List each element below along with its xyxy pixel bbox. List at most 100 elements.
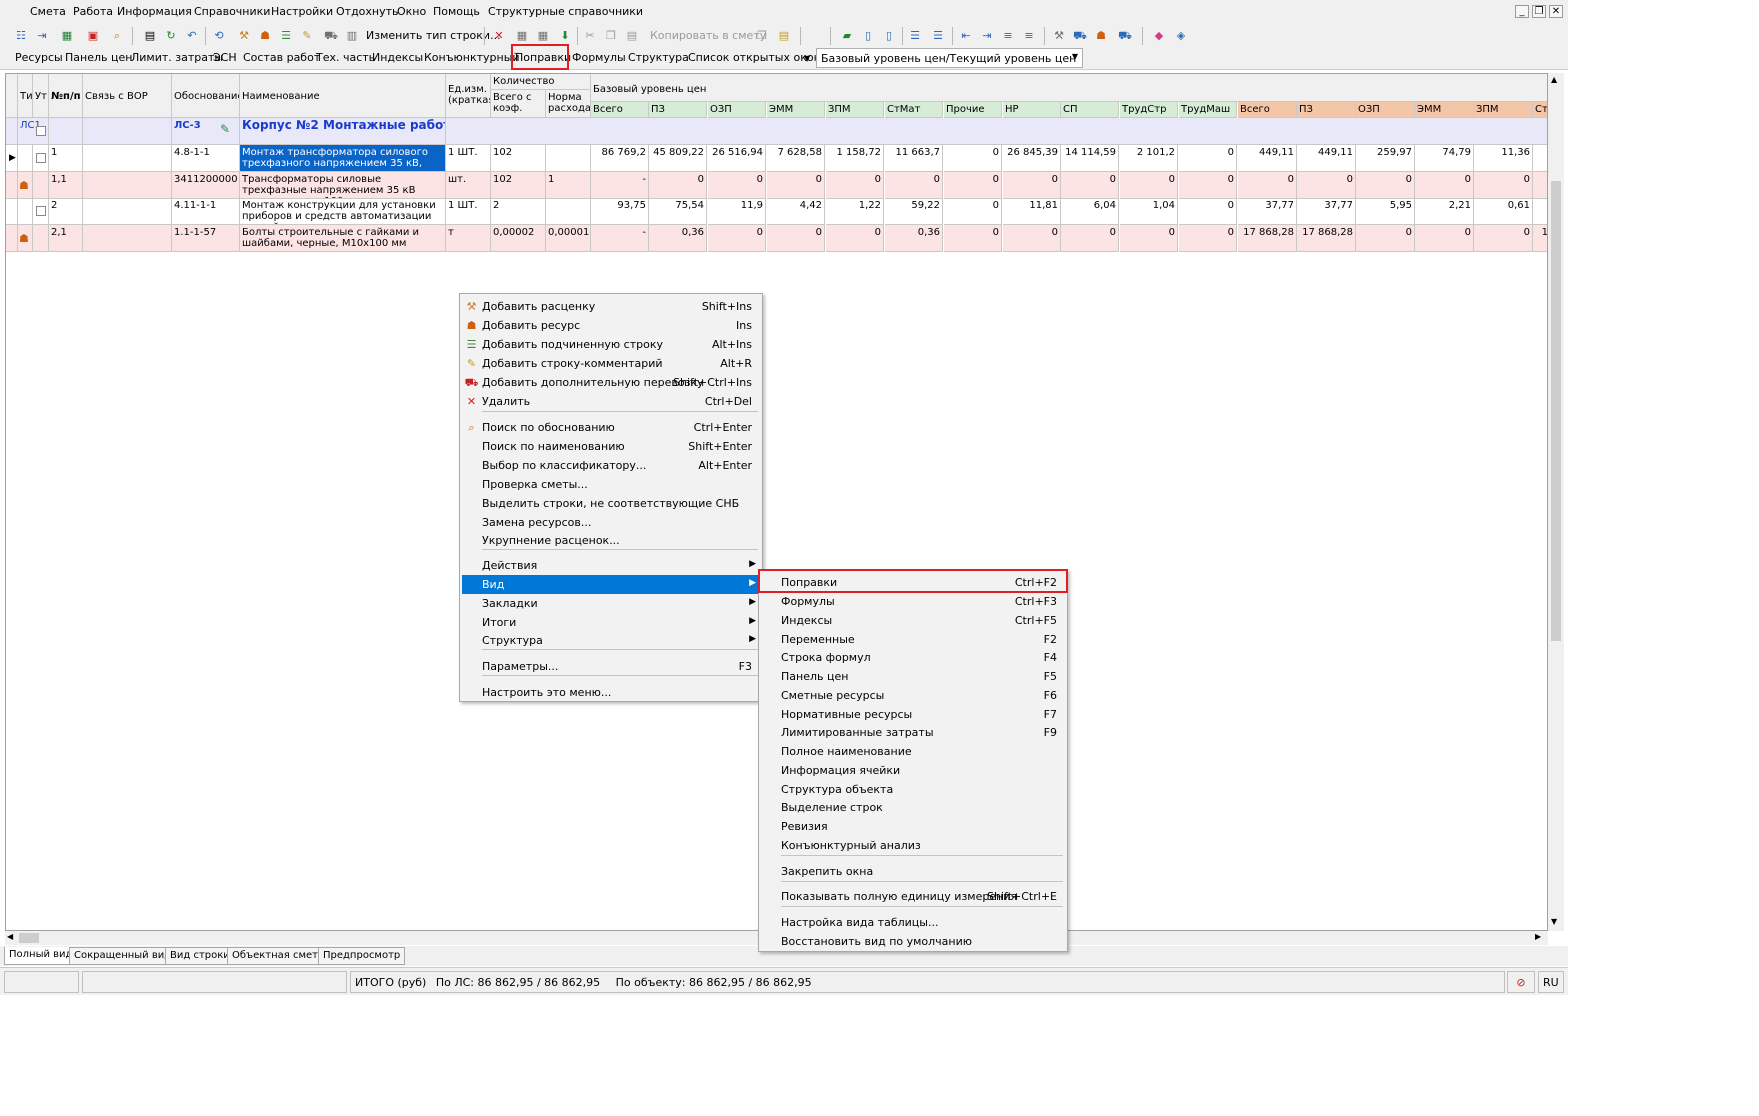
- vertical-scrollbar[interactable]: ▲ ▼: [1548, 73, 1564, 931]
- row-norm[interactable]: [546, 145, 591, 172]
- row-value-cell[interactable]: 0: [1474, 172, 1533, 199]
- header-orange-col[interactable]: ПЗ: [1297, 102, 1356, 118]
- row-value-cell[interactable]: 5,95: [1356, 198, 1415, 225]
- comment-icon[interactable]: ✎: [298, 27, 316, 45]
- view-submenu-item[interactable]: Конъюнктурный анализ: [761, 836, 1065, 855]
- row-vor[interactable]: [83, 145, 172, 172]
- row-value-cell[interactable]: 11,36: [1474, 145, 1533, 172]
- stack-icon[interactable]: ◈: [1172, 27, 1190, 45]
- view-submenu-item[interactable]: Сметные ресурсы F6: [761, 686, 1065, 705]
- view-submenu-item[interactable]: Выделение строк: [761, 798, 1065, 817]
- preview-icon[interactable]: ⌕: [108, 27, 126, 45]
- tab-formulas[interactable]: Формулы: [572, 51, 626, 64]
- row-value-cell[interactable]: 86 769,2: [591, 145, 649, 172]
- row-value-cell[interactable]: 0: [1179, 225, 1237, 252]
- view-submenu-item[interactable]: Структура объекта: [761, 780, 1065, 799]
- row-norm[interactable]: 0,00001: [546, 225, 591, 252]
- menu-structural-refs[interactable]: Структурные справочники: [488, 5, 643, 18]
- row-value-cell[interactable]: 449,11: [1238, 145, 1297, 172]
- row-value-cell[interactable]: 11 663,7: [885, 145, 943, 172]
- scroll-up-icon[interactable]: ▲: [1551, 75, 1557, 84]
- menu-informatsiya[interactable]: Информация: [117, 5, 192, 18]
- close-icon[interactable]: ✕: [1549, 5, 1563, 18]
- refresh-icon[interactable]: ↻: [162, 27, 180, 45]
- header-green-col[interactable]: ПЗ: [649, 102, 707, 118]
- row-name[interactable]: Болты строительные с гайками и шайбами, …: [240, 225, 446, 252]
- header-green-col[interactable]: ОЗП: [708, 102, 766, 118]
- add-rate-icon[interactable]: ⚒: [235, 27, 253, 45]
- tab-limited-costs[interactable]: Лимит. затраты: [131, 51, 223, 64]
- context-menu-item[interactable]: Укрупнение расценок...: [462, 531, 760, 550]
- header-orange-col[interactable]: Всего: [1238, 102, 1297, 118]
- tree-icon[interactable]: ☷: [12, 27, 30, 45]
- view-submenu-item[interactable]: Показывать полную единицу измерения Shift…: [761, 887, 1065, 906]
- row-value-cell[interactable]: 449,11: [1297, 145, 1356, 172]
- scroll-left-icon[interactable]: ◀: [7, 932, 13, 941]
- row-norm[interactable]: [546, 198, 591, 225]
- row-basis[interactable]: 4.11-1-1: [172, 198, 240, 225]
- row-value-cell[interactable]: 2,21: [1415, 198, 1474, 225]
- context-menu-item[interactable]: ☰ Добавить подчиненную строку Alt+Ins: [462, 335, 760, 354]
- tab-price-panel[interactable]: Панель цен: [65, 51, 132, 64]
- row-value-cell[interactable]: 0: [708, 225, 766, 252]
- row-value-cell[interactable]: 0: [1003, 225, 1061, 252]
- view-submenu-item[interactable]: Панель цен F5: [761, 667, 1065, 686]
- context-menu-item[interactable]: Выбор по классификатору... Alt+Enter: [462, 456, 760, 475]
- row-value-cell[interactable]: 45 809,22: [649, 145, 707, 172]
- header-green-col[interactable]: Прочие: [944, 102, 1002, 118]
- row-value-cell[interactable]: 17 868,28: [1297, 225, 1356, 252]
- row-qty[interactable]: 102: [491, 145, 546, 172]
- doc-settings-icon[interactable]: ☰: [929, 27, 947, 45]
- tab-conjuncture[interactable]: Конъюнктурный: [424, 51, 520, 64]
- header-orange-col[interactable]: ОЗП: [1356, 102, 1415, 118]
- excel-icon[interactable]: ▦: [58, 27, 76, 45]
- context-menu-item[interactable]: ⛟ Добавить дополнительную перевозку Shift+…: [462, 373, 760, 392]
- tab-esn[interactable]: ЭСН: [213, 51, 237, 64]
- restore-icon[interactable]: ❐: [1532, 5, 1546, 18]
- row-unit[interactable]: 1 ШТ.: [446, 145, 491, 172]
- context-menu-item[interactable]: ✎ Добавить строку-комментарий Alt+R: [462, 354, 760, 373]
- doc-pr-icon[interactable]: ▯: [880, 27, 898, 45]
- row-value-cell[interactable]: -: [591, 225, 649, 252]
- calc-icon[interactable]: ▦: [513, 27, 531, 45]
- header-green-col[interactable]: СП: [1061, 102, 1119, 118]
- row-value-cell[interactable]: 0: [885, 172, 943, 199]
- context-menu-item[interactable]: ✕ Удалить Ctrl+Del: [462, 392, 760, 411]
- row-value-cell[interactable]: 14 114,59: [1061, 145, 1119, 172]
- save-icon[interactable]: ▤: [141, 27, 159, 45]
- view-submenu-item[interactable]: Восстановить вид по умолчанию: [761, 932, 1065, 951]
- header-green-col[interactable]: Всего: [591, 102, 649, 118]
- row-value-cell[interactable]: 59,22: [885, 198, 943, 225]
- row-value-cell[interactable]: 1,04: [1120, 198, 1178, 225]
- row-value-cell[interactable]: 0,61: [1474, 198, 1533, 225]
- menu-smeta[interactable]: Смета: [30, 5, 66, 18]
- row-value-cell[interactable]: 0: [944, 225, 1002, 252]
- row-value-cell[interactable]: 259,97: [1356, 145, 1415, 172]
- copy-to-estimate-icon[interactable]: ❐: [753, 27, 771, 45]
- eraser-icon[interactable]: ◆: [1150, 27, 1168, 45]
- row-value-cell[interactable]: 4,42: [767, 198, 825, 225]
- row-value-cell[interactable]: 7 628,58: [767, 145, 825, 172]
- row-value-cell[interactable]: 0: [1297, 172, 1356, 199]
- header-num[interactable]: №п/п: [49, 74, 83, 118]
- context-menu-item[interactable]: ⚒ Добавить расценку Shift+Ins: [462, 297, 760, 316]
- menu-otdokhnut[interactable]: Отдохнуть: [336, 5, 399, 18]
- copy-icon[interactable]: ❐: [602, 27, 620, 45]
- row-value-cell[interactable]: 0: [1003, 172, 1061, 199]
- header-green-col[interactable]: НР: [1003, 102, 1061, 118]
- row-value-cell[interactable]: 0: [1061, 172, 1119, 199]
- material-icon[interactable]: ☗: [1092, 27, 1110, 45]
- row-value-cell[interactable]: 0: [649, 172, 707, 199]
- row-value-cell[interactable]: 75,54: [649, 198, 707, 225]
- row-unit[interactable]: 1 ШТ.: [446, 198, 491, 225]
- header-name[interactable]: Наименование: [240, 74, 446, 118]
- row-value-cell[interactable]: 37,77: [1238, 198, 1297, 225]
- price-level-select[interactable]: Базовый уровень цен/Текущий уровень цен …: [816, 48, 1083, 68]
- header-qty-total[interactable]: Всего с коэф.: [491, 90, 546, 118]
- scroll-right-icon[interactable]: ▶: [1535, 932, 1541, 941]
- row-value-cell[interactable]: 0,36: [885, 225, 943, 252]
- row-value-cell[interactable]: 0: [708, 172, 766, 199]
- tab-indexes[interactable]: Индексы: [372, 51, 423, 64]
- tab-object-estimate[interactable]: Объектная смета: [227, 947, 330, 965]
- row-name[interactable]: Трансформаторы силовые трехфазные напряж…: [240, 172, 446, 199]
